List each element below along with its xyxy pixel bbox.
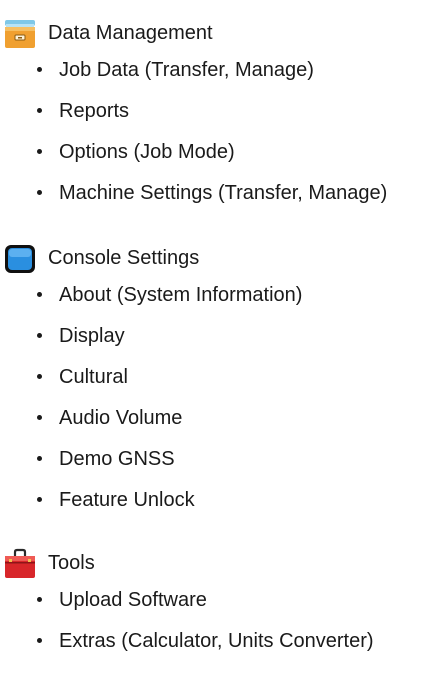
bullet <box>37 108 42 113</box>
bullet <box>37 190 42 195</box>
item-label: Job Data (Transfer, Manage) <box>59 59 314 81</box>
list-item[interactable]: Machine Settings (Transfer, Manage) <box>0 173 422 214</box>
section-header[interactable]: Data Management <box>0 14 422 50</box>
item-label: Options (Job Mode) <box>59 141 235 163</box>
item-label: Display <box>59 325 125 347</box>
bullet <box>37 374 42 379</box>
item-label: About (System Information) <box>59 284 303 306</box>
bullet <box>37 456 42 461</box>
bullet <box>37 333 42 338</box>
section-tools: Tools Upload Software Extras (Calculator… <box>0 544 422 662</box>
list-item[interactable]: About (System Information) <box>0 275 422 316</box>
bullet <box>37 638 42 643</box>
console-screen-icon <box>4 243 36 273</box>
bullet <box>37 149 42 154</box>
section-header[interactable]: Console Settings <box>0 239 422 275</box>
bullet <box>37 67 42 72</box>
section-header[interactable]: Tools <box>0 544 422 580</box>
bullet <box>37 497 42 502</box>
section-console-settings: Console Settings About (System Informati… <box>0 239 422 521</box>
list-item[interactable]: Display <box>0 316 422 357</box>
list-item[interactable]: Audio Volume <box>0 398 422 439</box>
list-item[interactable]: Demo GNSS <box>0 439 422 480</box>
section-title: Data Management <box>48 22 213 44</box>
list-item[interactable]: Options (Job Mode) <box>0 132 422 173</box>
item-label: Reports <box>59 100 130 122</box>
list-item[interactable]: Cultural <box>0 357 422 398</box>
file-drawer-icon <box>4 18 36 48</box>
item-label: Audio Volume <box>59 407 183 429</box>
item-label: Cultural <box>59 366 128 388</box>
bullet <box>37 415 42 420</box>
toolbox-icon <box>4 548 36 578</box>
item-label: Feature Unlock <box>59 489 195 511</box>
section-title: Console Settings <box>48 247 200 269</box>
item-label: Machine Settings (Transfer, Manage) <box>59 182 388 204</box>
list-item[interactable]: Job Data (Transfer, Manage) <box>0 50 422 91</box>
list-item[interactable]: Extras (Calculator, Units Converter) <box>0 621 422 662</box>
list-item[interactable]: Reports <box>0 91 422 132</box>
item-list: About (System Information) Display Cultu… <box>0 275 422 521</box>
item-label: Extras (Calculator, Units Converter) <box>59 630 374 652</box>
item-list: Job Data (Transfer, Manage) Reports Opti… <box>0 50 422 214</box>
item-list: Upload Software Extras (Calculator, Unit… <box>0 580 422 662</box>
section-title: Tools <box>48 552 95 574</box>
item-label: Upload Software <box>59 589 207 611</box>
section-data-management: Data Management Job Data (Transfer, Mana… <box>0 14 422 214</box>
list-item[interactable]: Feature Unlock <box>0 480 422 521</box>
bullet <box>37 597 42 602</box>
item-label: Demo GNSS <box>59 448 175 470</box>
list-item[interactable]: Upload Software <box>0 580 422 621</box>
bullet <box>37 292 42 297</box>
